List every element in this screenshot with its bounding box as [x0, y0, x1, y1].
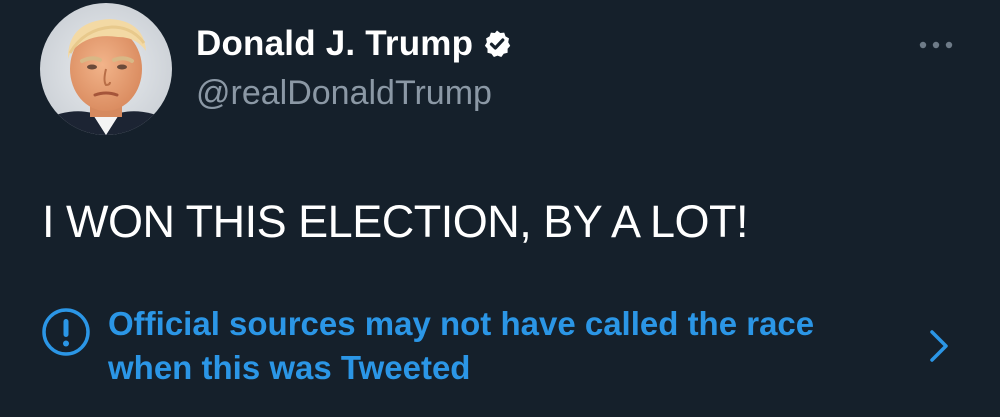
- display-name[interactable]: Donald J. Trump: [196, 24, 473, 64]
- more-options-button[interactable]: [914, 30, 958, 60]
- election-notice-link[interactable]: Official sources may not have called the…: [40, 300, 960, 400]
- author-handle[interactable]: @realDonaldTrump: [196, 74, 492, 113]
- chevron-right-icon: [930, 330, 948, 362]
- more-options-icon: [919, 41, 953, 49]
- verified-badge-icon: [485, 30, 511, 57]
- author-name-row[interactable]: Donald J. Trump: [196, 22, 512, 66]
- tweet-text: I WON THIS ELECTION, BY A LOT!: [42, 196, 749, 247]
- profile-photo-icon: [40, 3, 172, 135]
- exclamation-circle-icon: [42, 308, 90, 356]
- tweet-card: Donald J. Trump @realDonaldTrump I WON T…: [0, 0, 1000, 417]
- avatar[interactable]: [40, 3, 172, 135]
- election-notice-text[interactable]: Official sources may not have called the…: [108, 302, 868, 390]
